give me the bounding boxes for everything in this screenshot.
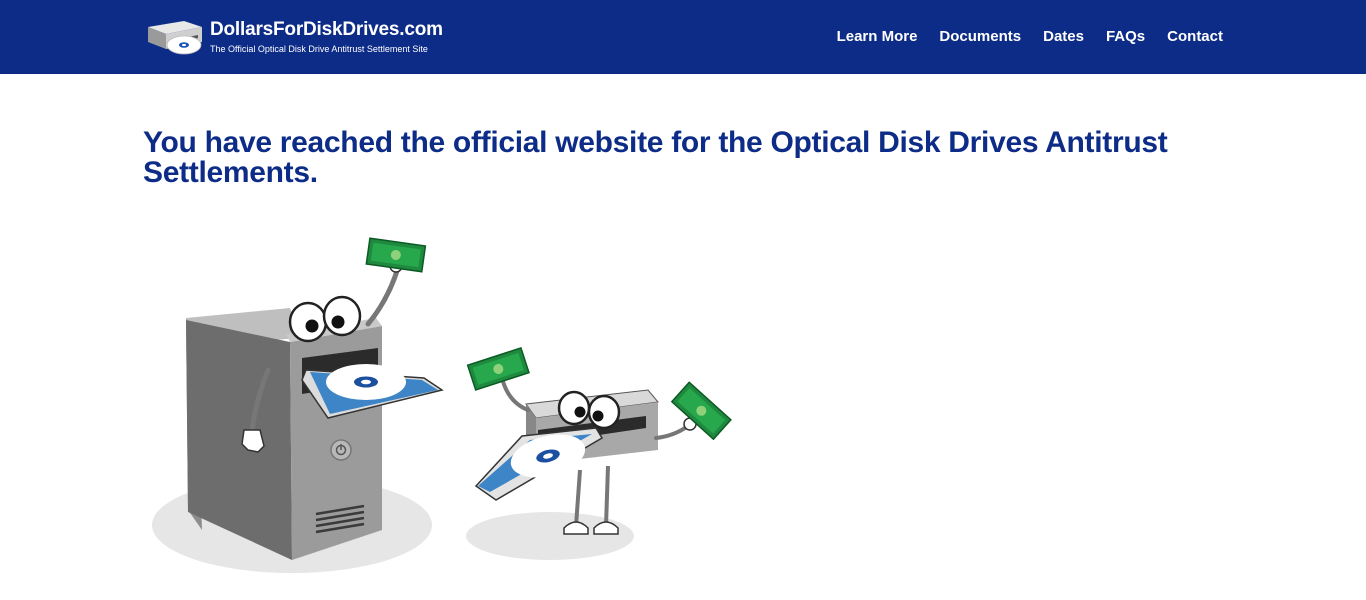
hero-illustration — [152, 237, 732, 573]
main-nav: Learn More Documents Dates FAQs Contact — [837, 28, 1223, 46]
nav-dates[interactable]: Dates — [1043, 28, 1084, 46]
disk-drive-logo-icon — [148, 21, 202, 55]
site-logo[interactable]: DollarsForDiskDrives.com The Official Op… — [144, 16, 443, 58]
logo-text: DollarsForDiskDrives.com The Official Op… — [210, 19, 443, 55]
nav-documents[interactable]: Documents — [939, 28, 1021, 46]
nav-faqs[interactable]: FAQs — [1106, 28, 1145, 46]
disk-drive-character — [466, 346, 732, 535]
page-headline: You have reached the official website fo… — [143, 126, 1168, 189]
nav-learn-more[interactable]: Learn More — [837, 28, 918, 46]
site-tagline: The Official Optical Disk Drive Antitrus… — [210, 44, 428, 54]
drive-shadow — [466, 512, 634, 560]
site-name: DollarsForDiskDrives.com — [210, 19, 443, 40]
site-header: DollarsForDiskDrives.com The Official Op… — [0, 0, 1366, 74]
nav-contact[interactable]: Contact — [1167, 28, 1223, 46]
